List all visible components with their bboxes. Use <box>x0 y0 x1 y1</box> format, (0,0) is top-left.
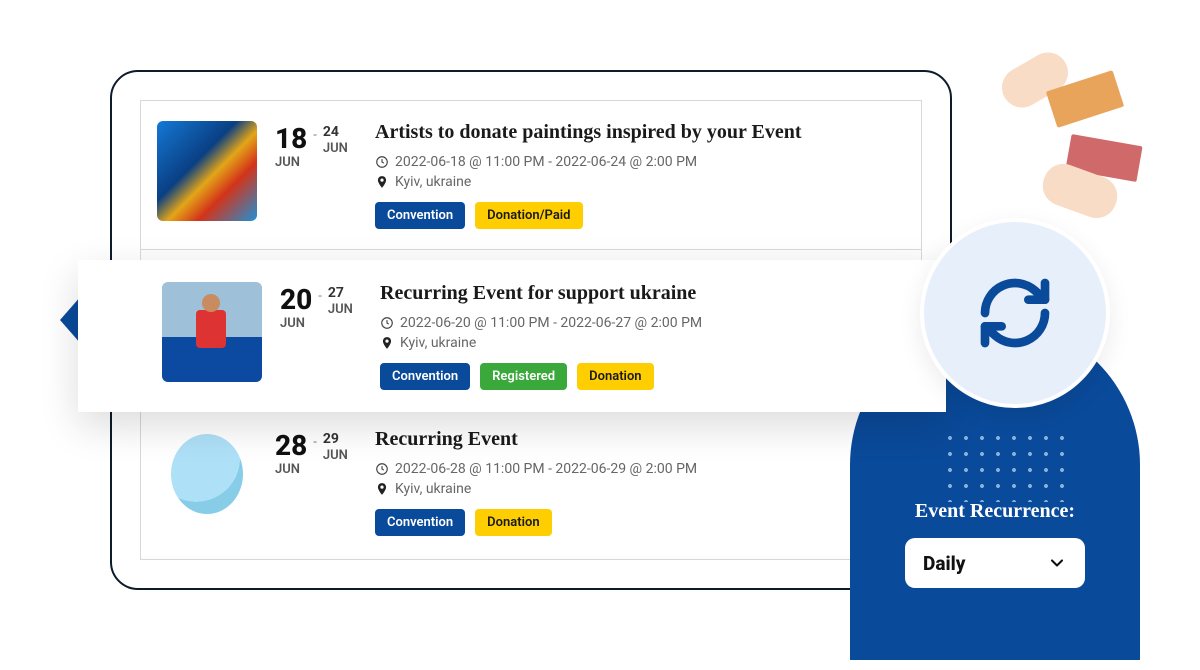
tag-registered[interactable]: Registered <box>480 363 567 390</box>
start-month: JUN <box>280 316 312 331</box>
date-separator: - <box>318 289 322 304</box>
tag-donation[interactable]: Donation <box>577 363 653 390</box>
end-month: JUN <box>328 302 353 317</box>
recurrence-dropdown[interactable]: Daily <box>905 538 1085 588</box>
event-thumbnail <box>157 121 257 221</box>
event-tags: Convention Donation <box>375 509 905 536</box>
dot-grid-decoration <box>942 430 1072 502</box>
event-title[interactable]: Recurring Event for support ukraine <box>380 282 868 305</box>
end-day: 27 <box>328 286 353 300</box>
start-day: 18 <box>275 125 307 153</box>
location-pin-icon <box>375 482 389 496</box>
location-pin-icon <box>375 175 389 189</box>
event-title[interactable]: Recurring Event <box>375 428 905 451</box>
chevron-down-icon <box>1047 553 1067 573</box>
event-datetime: 2022-06-28 @ 11:00 PM - 2022-06-29 @ 2:0… <box>375 461 905 477</box>
end-month: JUN <box>323 141 348 156</box>
event-date-range: 18 JUN - 24 JUN <box>275 125 357 170</box>
start-month: JUN <box>275 155 307 170</box>
start-month: JUN <box>275 462 307 477</box>
money-hands-graphic <box>970 60 1140 230</box>
end-month: JUN <box>323 448 348 463</box>
event-row[interactable]: 28 JUN - 29 JUN Recurring Event 2022-06-… <box>141 408 921 556</box>
event-row-highlighted[interactable]: 20 JUN - 27 JUN Recurring Event for supp… <box>78 260 946 412</box>
event-datetime: 2022-06-20 @ 11:00 PM - 2022-06-27 @ 2:0… <box>380 315 868 331</box>
event-location: Kyiv, ukraine <box>375 174 905 190</box>
tag-convention[interactable]: Convention <box>375 509 465 536</box>
recurrence-label: Event Recurrence: <box>850 500 1140 523</box>
start-day: 20 <box>280 286 312 314</box>
location-pin-icon <box>380 336 394 350</box>
event-row[interactable]: 18 JUN - 24 JUN Artists to donate painti… <box>141 101 921 250</box>
event-tags: Convention Donation/Paid <box>375 202 905 229</box>
event-thumbnail <box>157 428 257 528</box>
clock-icon <box>380 316 394 330</box>
event-location: Kyiv, ukraine <box>375 481 905 497</box>
clock-icon <box>375 462 389 476</box>
date-separator: - <box>313 128 317 143</box>
start-day: 28 <box>275 432 307 460</box>
event-title[interactable]: Artists to donate paintings inspired by … <box>375 121 905 144</box>
tag-convention[interactable]: Convention <box>380 363 470 390</box>
tag-donation[interactable]: Donation <box>475 509 551 536</box>
clock-icon <box>375 155 389 169</box>
event-date-range: 20 JUN - 27 JUN <box>280 286 362 331</box>
refresh-icon <box>975 273 1055 353</box>
event-tags: Convention Registered Donation <box>380 363 868 390</box>
event-thumbnail <box>162 282 262 382</box>
tag-donation-paid[interactable]: Donation/Paid <box>475 202 582 229</box>
end-day: 29 <box>323 432 348 446</box>
recurrence-circle <box>920 218 1110 408</box>
tag-convention[interactable]: Convention <box>375 202 465 229</box>
recurrence-selected: Daily <box>923 552 965 575</box>
event-date-range: 28 JUN - 29 JUN <box>275 432 357 477</box>
event-datetime: 2022-06-18 @ 11:00 PM - 2022-06-24 @ 2:0… <box>375 154 905 170</box>
date-separator: - <box>313 435 317 450</box>
event-location: Kyiv, ukraine <box>380 335 868 351</box>
end-day: 24 <box>323 125 348 139</box>
